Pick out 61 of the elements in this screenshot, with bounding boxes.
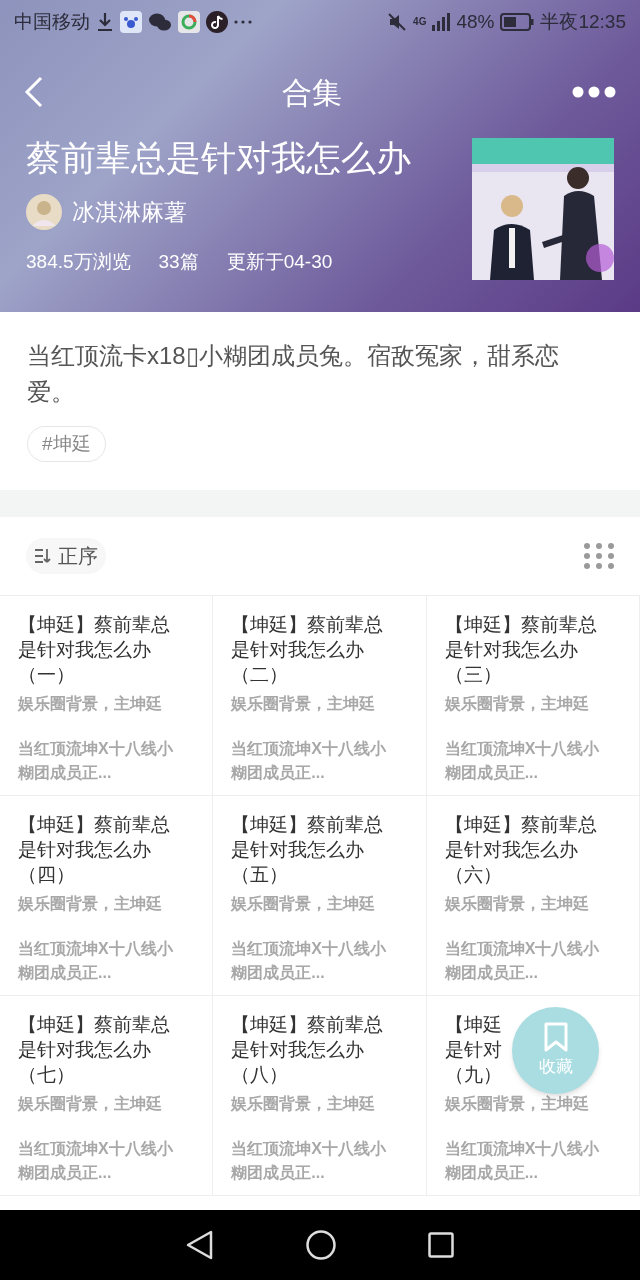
chapter-card[interactable]: 【坤廷】蔡前辈总 是针对我怎么办 （四） 娱乐圈背景，主坤廷 当红顶流坤X十八线小 糊团成员正... [0, 796, 214, 996]
chapter-title: 【坤廷】蔡前辈总 是针对我怎么办 （三） [444, 613, 597, 687]
chapter-excerpt: 当红顶流坤X十八线小 糊团成员正... [231, 1139, 387, 1183]
music-note-app-icon [206, 11, 228, 33]
chapter-excerpt: 当红顶流坤X十八线小 糊团成员正... [18, 939, 174, 983]
chapter-excerpt: 当红顶流坤X十八线小 糊团成员正... [444, 739, 601, 783]
sort-icon [34, 548, 54, 564]
mute-icon [387, 12, 408, 32]
bookmark-icon [543, 1021, 568, 1052]
chapter-subtitle: 娱乐圈背景，主坤廷 [18, 894, 163, 914]
carrier-name: 中国移动 [14, 9, 90, 34]
network-type: 4G [413, 17, 427, 27]
chapter-card[interactable]: 【坤廷】蔡前辈总 是针对我怎么办 （三） 娱乐圈背景，主坤廷 当红顶流坤X十八线小 糊团成员正... [426, 596, 640, 796]
chapter-subtitle: 娱乐圈背景，主坤廷 [18, 1094, 163, 1114]
view-count: 384.5万浏览 [26, 250, 131, 274]
battery-percent: 48% [456, 9, 495, 34]
chapter-excerpt: 当红顶流坤X十八线小 糊团成员正... [231, 739, 387, 783]
chapter-card[interactable]: 【坤廷】蔡前辈总 是针对我怎么办 （五） 娱乐圈背景，主坤廷 当红顶流坤X十八线小 糊团成员正... [213, 796, 427, 996]
chapter-excerpt: 当红顶流坤X十八线小 糊团成员正... [18, 739, 174, 783]
chapter-excerpt: 当红顶流坤X十八线小 糊团成员正... [18, 1139, 174, 1183]
chapter-excerpt: 当红顶流坤X十八线小 糊团成员正... [444, 1139, 601, 1183]
signal-icon [432, 13, 451, 31]
grid-view-button[interactable] [584, 543, 614, 569]
chapter-title: 【坤廷】蔡前辈总 是针对我怎么办 （七） [18, 1013, 170, 1087]
back-icon[interactable] [186, 1230, 214, 1260]
collection-title: 蔡前辈总是针对我怎么办 [26, 137, 412, 179]
collection-description: 当红顶流卡x18▯小糊团成员兔。宿敌冤家，甜系恋爱。 [27, 341, 560, 407]
chapter-title: 【坤廷】蔡前辈总 是针对我怎么办 （六） [444, 813, 597, 887]
page-title: 合集 [282, 74, 342, 111]
chapter-title: 【坤廷 是针对 （九） [444, 1013, 502, 1087]
download-icon [96, 12, 114, 32]
ring-app-icon [178, 11, 200, 33]
recent-apps-icon[interactable] [428, 1232, 454, 1258]
clock-time: 半夜12:35 [540, 9, 626, 34]
chapter-subtitle: 娱乐圈背景，主坤廷 [231, 894, 377, 914]
chapter-title: 【坤廷】蔡前辈总 是针对我怎么办 （八） [231, 1013, 384, 1087]
chapter-card[interactable]: 【坤廷】蔡前辈总 是针对我怎么办 （七） 娱乐圈背景，主坤廷 当红顶流坤X十八线小 糊团成员正... [0, 996, 214, 1196]
chapter-title: 【坤廷】蔡前辈总 是针对我怎么办 （二） [231, 613, 384, 687]
battery-icon [500, 13, 535, 31]
update-date: 更新于04-30 [226, 250, 333, 274]
chapter-excerpt: 当红顶流坤X十八线小 糊团成员正... [231, 939, 387, 983]
chapter-card[interactable]: 【坤廷】蔡前辈总 是针对我怎么办 （一） 娱乐圈背景，主坤廷 当红顶流坤X十八线小 糊团成员正... [0, 596, 214, 796]
sort-button[interactable]: 正序 [26, 538, 106, 574]
chapter-card[interactable]: 【坤廷】蔡前辈总 是针对我怎么办 （二） 娱乐圈背景，主坤廷 当红顶流坤X十八线小 糊团成员正... [213, 596, 427, 796]
chapter-title: 【坤廷】蔡前辈总 是针对我怎么办 （一） [18, 613, 170, 687]
chapter-excerpt: 当红顶流坤X十八线小 糊团成员正... [444, 939, 601, 983]
chapter-subtitle: 娱乐圈背景，主坤廷 [231, 694, 377, 714]
chapter-subtitle: 娱乐圈背景，主坤廷 [18, 694, 163, 714]
chapter-subtitle: 娱乐圈背景，主坤廷 [444, 1094, 590, 1114]
chat-app-icon [148, 12, 172, 32]
chapter-card[interactable]: 【坤廷】蔡前辈总 是针对我怎么办 （六） 娱乐圈背景，主坤廷 当红顶流坤X十八线小 糊团成员正... [426, 796, 640, 996]
chapter-card[interactable]: 【坤廷】蔡前辈总 是针对我怎么办 （八） 娱乐圈背景，主坤廷 当红顶流坤X十八线小 糊团成员正... [213, 996, 427, 1196]
paw-app-icon [120, 11, 142, 33]
chapter-title: 【坤廷】蔡前辈总 是针对我怎么办 （五） [231, 813, 384, 887]
chapter-subtitle: 娱乐圈背景，主坤廷 [444, 894, 590, 914]
chapter-subtitle: 娱乐圈背景，主坤廷 [444, 694, 590, 714]
chapter-subtitle: 娱乐圈背景，主坤廷 [231, 1094, 377, 1114]
more-notifications-icon [234, 20, 252, 24]
chapter-title: 【坤廷】蔡前辈总 是针对我怎么办 （四） [18, 813, 170, 887]
chapter-count: 33篇 [158, 250, 199, 274]
home-icon[interactable] [306, 1230, 336, 1260]
